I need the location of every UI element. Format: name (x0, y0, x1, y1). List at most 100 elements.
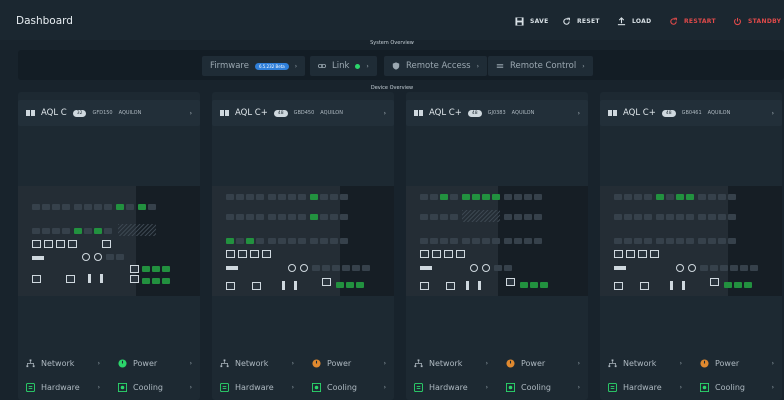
hardware-icon (608, 382, 617, 392)
network-button[interactable]: Network › (600, 354, 690, 372)
hardware-label: Hardware (623, 382, 662, 392)
hardware-label: Hardware (429, 382, 468, 392)
hardware-button[interactable]: Hardware › (600, 378, 690, 396)
chevron-right-icon: › (291, 383, 294, 391)
device-model: GBD450 (293, 110, 315, 116)
chevron-right-icon: › (679, 359, 682, 367)
device-port-count: 48 (273, 109, 288, 117)
fan-icon (118, 382, 127, 392)
chevron-right-icon: › (577, 383, 580, 391)
network-button[interactable]: Network › (18, 354, 108, 372)
link-icon (318, 64, 326, 68)
upload-icon (617, 16, 626, 25)
chevron-right-icon: › (383, 109, 386, 117)
device-icon (608, 109, 617, 117)
power-button[interactable]: Power › (304, 354, 394, 372)
chevron-right-icon: › (679, 383, 682, 391)
cooling-label: Cooling (521, 382, 551, 392)
restart-button[interactable]: RESTART (669, 14, 716, 28)
device-port-count: 48 (467, 109, 482, 117)
power-button[interactable]: Power › (692, 354, 782, 372)
device-header[interactable]: AQL C+ 48 GB0461 AQUILON › (600, 100, 782, 126)
network-button[interactable]: Network › (406, 354, 496, 372)
cooling-button[interactable]: Cooling › (692, 378, 782, 396)
firmware-button[interactable]: Firmware 6.5.232 Beta › (202, 56, 306, 76)
device-vendor: AQUILON (511, 110, 535, 116)
hardware-button[interactable]: Hardware › (212, 378, 302, 396)
chevron-right-icon: › (476, 62, 480, 70)
firmware-badge: 6.5.232 Beta (254, 62, 289, 70)
cooling-label: Cooling (133, 382, 163, 392)
power-icon (734, 17, 741, 25)
link-status-dot (355, 63, 361, 69)
hardware-label: Hardware (235, 382, 274, 392)
hardware-icon (414, 382, 423, 392)
device-vendor: AQUILON (118, 110, 142, 116)
device-icon (220, 109, 229, 117)
device-port-count: 48 (661, 109, 676, 117)
device-icon (26, 109, 35, 117)
remote-access-button[interactable]: Remote Access › (384, 56, 488, 76)
device-name: AQL C+ (235, 108, 268, 118)
device-card-1: AQL C 32 GFD150 AQUILON › Network › Powe… (18, 92, 200, 400)
chevron-right-icon: › (97, 359, 100, 367)
network-icon (608, 358, 617, 367)
device-front-panel (600, 186, 782, 296)
fan-icon (700, 382, 709, 392)
hardware-button[interactable]: Hardware › (406, 378, 496, 396)
reset-label: RESET (577, 17, 600, 25)
device-header[interactable]: AQL C 32 GFD150 AQUILON › (18, 100, 200, 126)
chevron-right-icon: › (771, 109, 774, 117)
power-label: Power (327, 358, 352, 368)
load-button[interactable]: LOAD (617, 14, 651, 28)
power-icon (118, 358, 127, 368)
network-icon (414, 358, 423, 367)
cooling-button[interactable]: Cooling › (498, 378, 588, 396)
device-overview-title: Device Overview (370, 85, 414, 91)
hardware-button[interactable]: Hardware › (18, 378, 108, 396)
power-label: Power (133, 358, 158, 368)
device-name: AQL C (41, 108, 67, 118)
hardware-label: Hardware (41, 382, 80, 392)
save-label: SAVE (530, 17, 549, 25)
network-icon (26, 358, 35, 367)
device-header[interactable]: AQL C+ 48 GBD450 AQUILON › (212, 100, 394, 126)
remote-access-label: Remote Access (406, 61, 471, 71)
chevron-right-icon: › (189, 359, 192, 367)
power-icon (312, 358, 321, 368)
standby-button[interactable]: STANDBY (733, 14, 781, 28)
network-button[interactable]: Network › (212, 354, 302, 372)
remote-control-button[interactable]: Remote Control › (488, 56, 593, 76)
device-port-count: 32 (72, 109, 87, 117)
chevron-right-icon: › (294, 62, 298, 70)
device-name: AQL C+ (429, 108, 462, 118)
chevron-right-icon: › (771, 359, 774, 367)
network-label: Network (235, 358, 269, 368)
restart-icon (670, 17, 677, 25)
power-button[interactable]: Power › (110, 354, 200, 372)
device-icon (414, 109, 423, 117)
cooling-button[interactable]: Cooling › (110, 378, 200, 396)
hardware-icon (220, 382, 229, 392)
device-front-panel (212, 186, 394, 296)
firmware-label: Firmware (210, 61, 249, 71)
cooling-label: Cooling (715, 382, 745, 392)
reset-button[interactable]: RESET (562, 14, 600, 28)
remote-control-label: Remote Control (510, 61, 577, 71)
power-button[interactable]: Power › (498, 354, 588, 372)
cooling-button[interactable]: Cooling › (304, 378, 394, 396)
device-vendor: AQUILON (707, 110, 731, 116)
load-label: LOAD (632, 17, 652, 25)
device-card-2: AQL C+ 48 GBD450 AQUILON › Network › Pow… (212, 92, 394, 400)
save-button[interactable]: SAVE (515, 14, 549, 28)
chevron-right-icon: › (97, 383, 100, 391)
network-label: Network (41, 358, 75, 368)
device-front-panel (406, 186, 588, 296)
chevron-right-icon: › (582, 62, 585, 70)
device-card-4: AQL C+ 48 GB0461 AQUILON › Network › Pow… (600, 92, 782, 400)
save-icon (515, 16, 524, 26)
fan-icon (506, 382, 515, 392)
remote-icon (496, 64, 504, 68)
link-button[interactable]: Link › (310, 56, 377, 76)
device-header[interactable]: AQL C+ 48 GJ0383 AQUILON › (406, 100, 588, 126)
